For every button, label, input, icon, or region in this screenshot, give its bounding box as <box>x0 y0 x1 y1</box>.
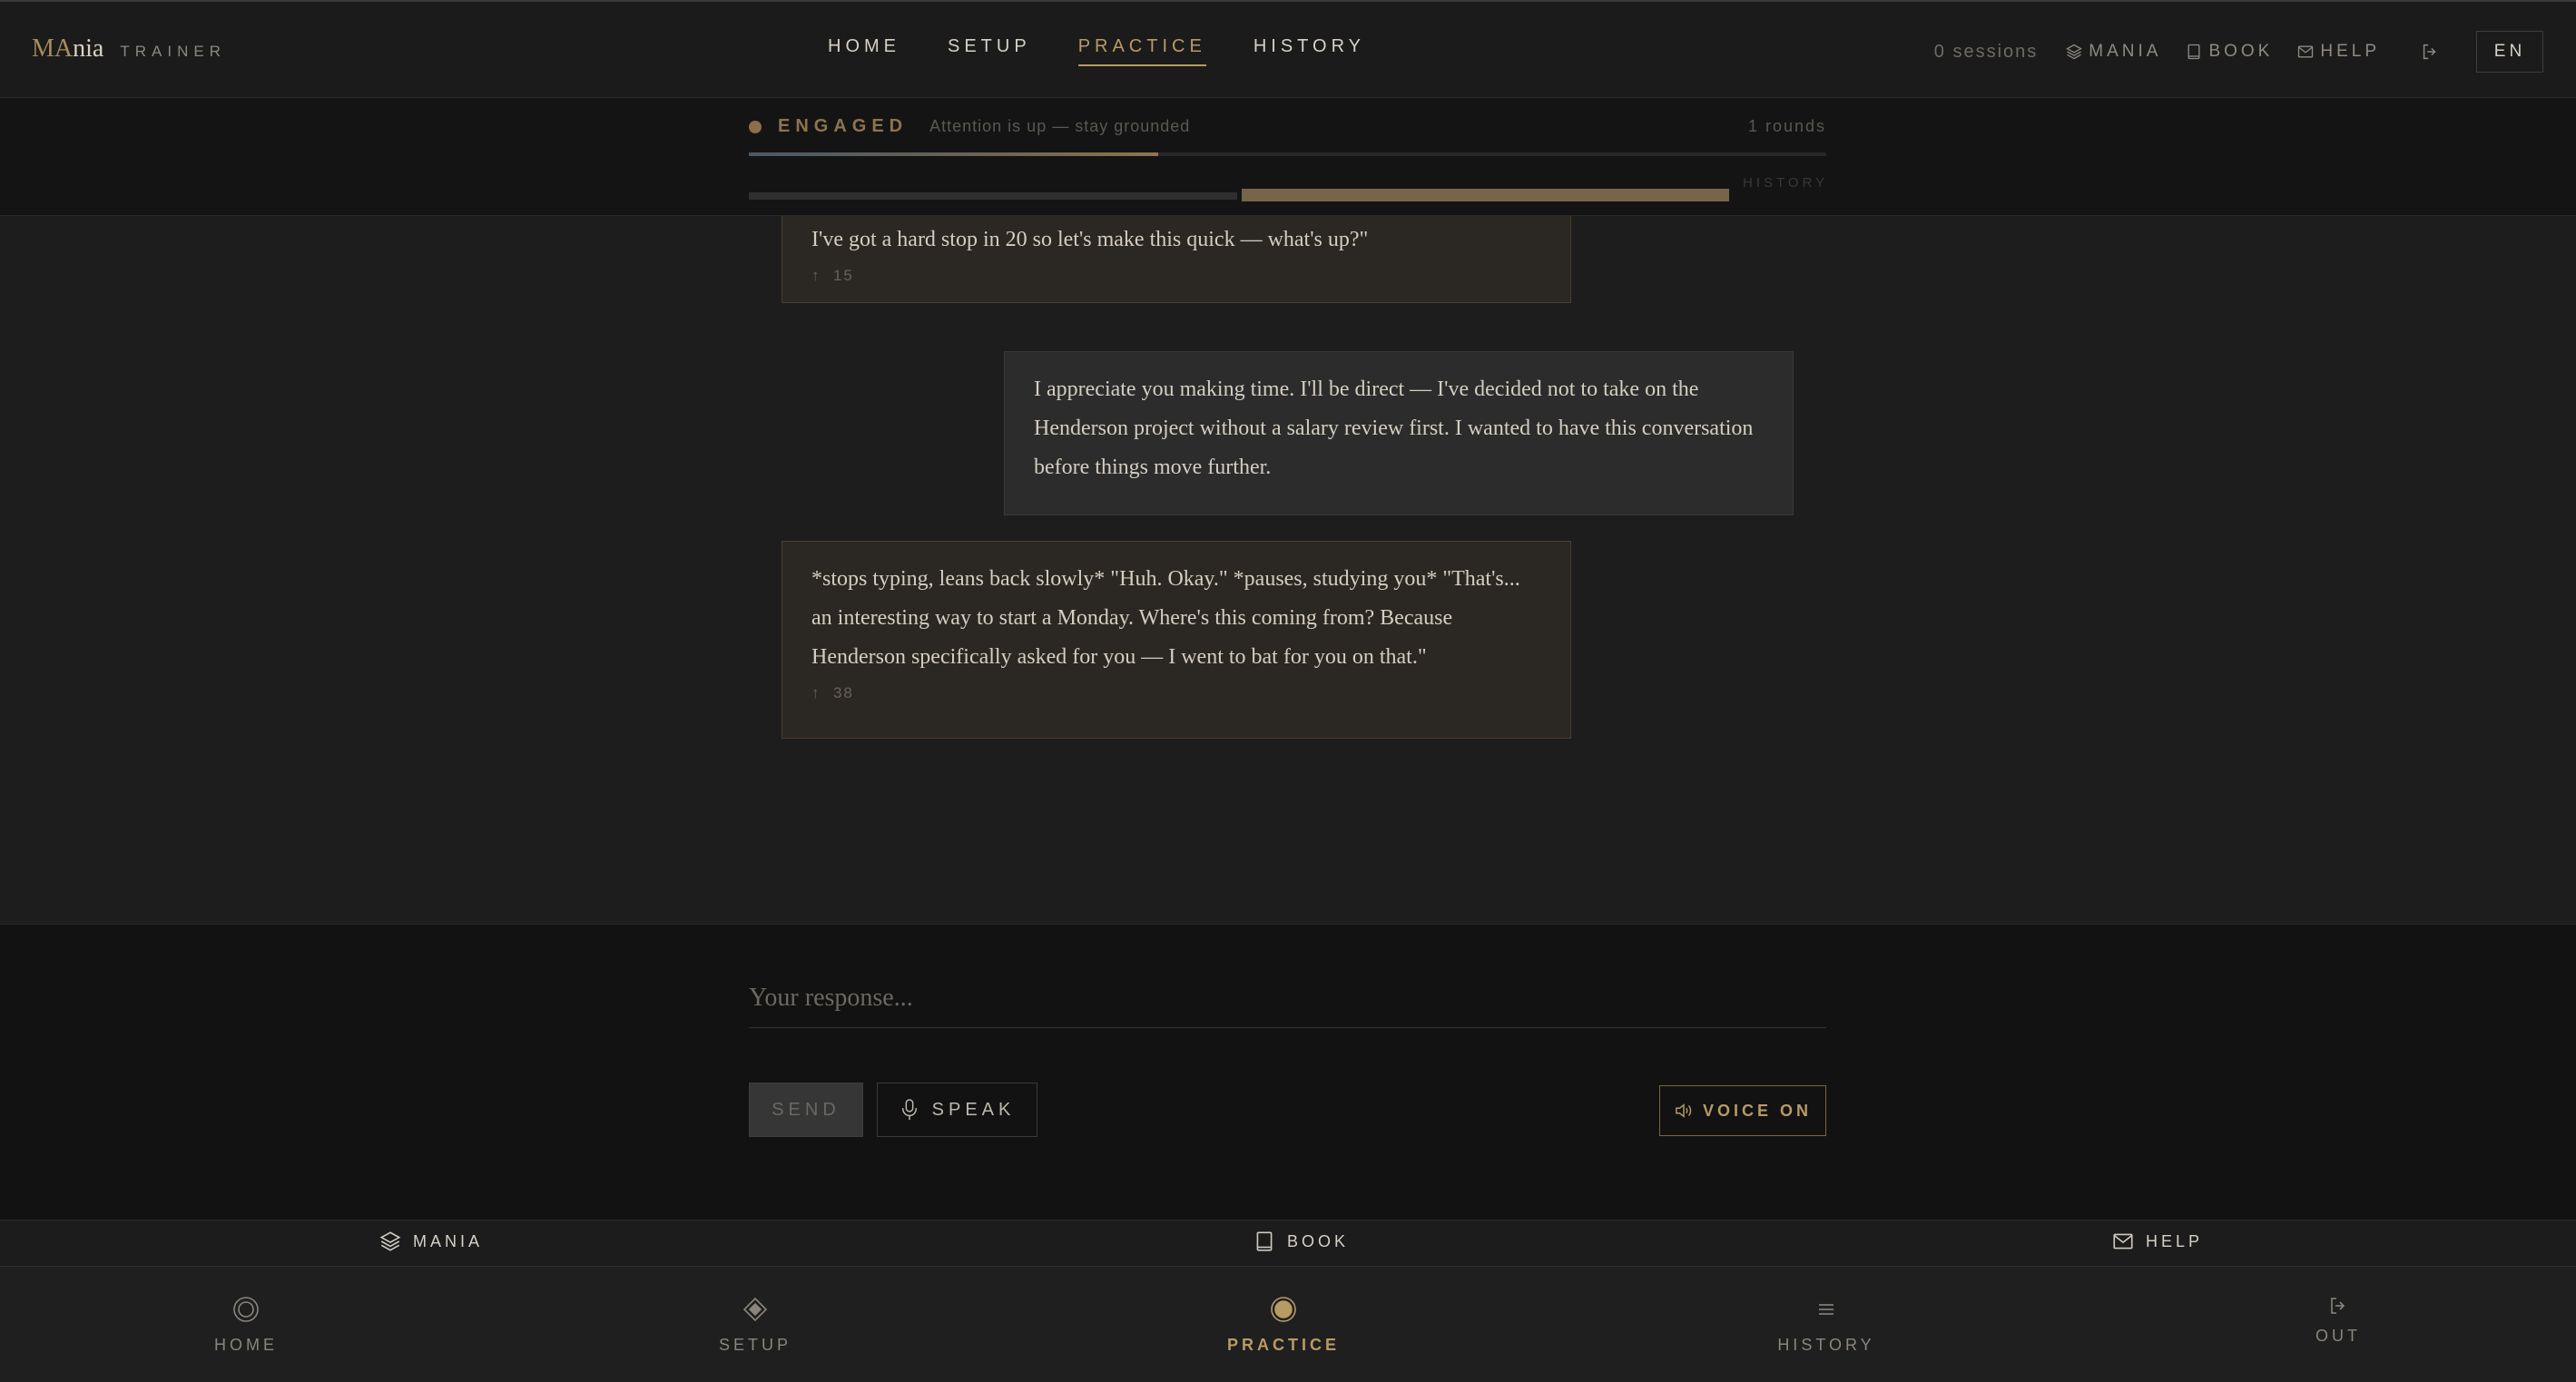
microphone-icon <box>901 1099 917 1120</box>
response-input[interactable] <box>749 968 1826 1028</box>
diamond-icon <box>742 1292 769 1327</box>
bottom-nav-out[interactable]: OUT <box>2266 1289 2411 1346</box>
language-selector[interactable]: EN <box>2476 31 2543 73</box>
message-text: *stops typing, leans back slowly* "Huh. … <box>811 567 1520 669</box>
practice-target-icon <box>1269 1292 1298 1327</box>
send-button[interactable]: SEND <box>749 1083 863 1137</box>
list-icon <box>1815 1292 1837 1327</box>
mail-icon <box>2113 1233 2133 1250</box>
mail-icon <box>2298 45 2314 58</box>
brand-name: MAnia <box>32 34 103 64</box>
session-count: 0 sessions <box>1933 41 2039 62</box>
history-bar-previous <box>749 192 1237 200</box>
nav-setup[interactable]: SETUP <box>948 36 1031 66</box>
status-dot <box>749 120 762 133</box>
status-description: Attention is up — stay grounded <box>929 117 1191 135</box>
logout-icon <box>2423 44 2436 60</box>
bottom-nav-home-label: HOME <box>214 1336 278 1354</box>
message-score-value: 38 <box>832 684 854 701</box>
sub-book-label: BOOK <box>1287 1231 1350 1250</box>
voice-toggle[interactable]: VOICE ON <box>1659 1085 1826 1136</box>
mania-link[interactable]: MANIA <box>2065 42 2161 62</box>
sub-help-link[interactable]: HELP <box>2111 1230 2203 1253</box>
engagement-progress-track <box>749 152 1826 156</box>
nav-home[interactable]: HOME <box>828 36 900 66</box>
bottom-nav-practice-label: PRACTICE <box>1226 1336 1340 1354</box>
nav-practice[interactable]: PRACTICE <box>1077 36 1206 66</box>
brand-logo[interactable]: MAnia TRAINER <box>32 34 226 64</box>
bot-message: I've got a hard stop in 20 so let's make… <box>782 216 1571 303</box>
help-link-label: HELP <box>2320 42 2380 61</box>
history-label: HISTORY <box>1743 175 1829 191</box>
brand-subtitle: TRAINER <box>120 43 226 60</box>
status-label: ENGAGED <box>778 116 909 136</box>
top-right-controls: 0 sessions MANIA BOOK HELP EN <box>1934 31 2543 73</box>
bottom-nav-out-label: OUT <box>2315 1327 2361 1345</box>
engagement-status: ENGAGED Attention is up — stay grounded … <box>0 98 2576 216</box>
sub-mania-link[interactable]: MANIA <box>379 1230 483 1253</box>
nav-history[interactable]: HISTORY <box>1254 36 1365 66</box>
bottom-nav-history[interactable]: HISTORY <box>1754 1292 1899 1355</box>
mania-link-label: MANIA <box>2089 42 2162 61</box>
message-score-value: 15 <box>832 267 854 284</box>
history-bar-current <box>1242 189 1729 201</box>
composer: SEND SPEAK VOICE ON <box>0 924 2576 1220</box>
bottom-nav-setup-label: SETUP <box>718 1336 791 1354</box>
bottom-nav-history-label: HISTORY <box>1777 1336 1875 1354</box>
layers-icon <box>379 1231 401 1251</box>
logout-icon <box>2327 1289 2349 1323</box>
speaker-icon <box>1676 1103 1692 1118</box>
book-icon <box>2188 44 2200 60</box>
book-icon <box>1256 1231 1273 1251</box>
message-text: I appreciate you making time. I'll be di… <box>1034 377 1754 479</box>
sub-help-label: HELP <box>2146 1231 2204 1250</box>
message-score: ↑ 15 <box>811 267 854 284</box>
speak-button-label: SPEAK <box>931 1099 1016 1120</box>
bottom-nav-practice[interactable]: PRACTICE <box>1211 1292 1356 1355</box>
brand-name-rest: nia <box>73 34 104 63</box>
engagement-progress-fill <box>749 152 1159 156</box>
round-count: 1 rounds <box>1747 117 1826 135</box>
bot-message: *stops typing, leans back slowly* "Huh. … <box>782 541 1571 739</box>
sub-mania-label: MANIA <box>413 1231 484 1250</box>
conversation: I've got a hard stop in 20 so let's make… <box>0 216 2576 924</box>
sub-book-link[interactable]: BOOK <box>1253 1230 1349 1253</box>
top-nav: HOME SETUP PRACTICE HISTORY <box>828 36 1365 66</box>
home-ring-icon <box>231 1292 261 1327</box>
book-link[interactable]: BOOK <box>2185 42 2273 62</box>
status-row: ENGAGED Attention is up — stay grounded … <box>749 116 1826 137</box>
logout-button[interactable] <box>2420 42 2440 62</box>
brand-name-highlight: MA <box>32 34 74 63</box>
voice-toggle-label: VOICE ON <box>1702 1101 1812 1120</box>
help-link[interactable]: HELP <box>2296 42 2380 62</box>
secondary-links: MANIA BOOK HELP <box>0 1220 2576 1267</box>
bottom-nav-setup[interactable]: SETUP <box>683 1292 828 1355</box>
top-bar: MAnia TRAINER HOME SETUP PRACTICE HISTOR… <box>0 0 2576 98</box>
message-score: ↑ 38 <box>811 684 854 701</box>
user-message: I appreciate you making time. I'll be di… <box>1004 351 1794 515</box>
bottom-nav: HOME SETUP PRACTICE HISTORY OUT <box>0 1267 2576 1382</box>
bottom-nav-home[interactable]: HOME <box>173 1292 319 1355</box>
book-link-label: BOOK <box>2208 42 2274 61</box>
message-text: I've got a hard stop in 20 so let's make… <box>811 228 1369 251</box>
layers-icon <box>2066 44 2083 60</box>
speak-button[interactable]: SPEAK <box>877 1083 1037 1137</box>
